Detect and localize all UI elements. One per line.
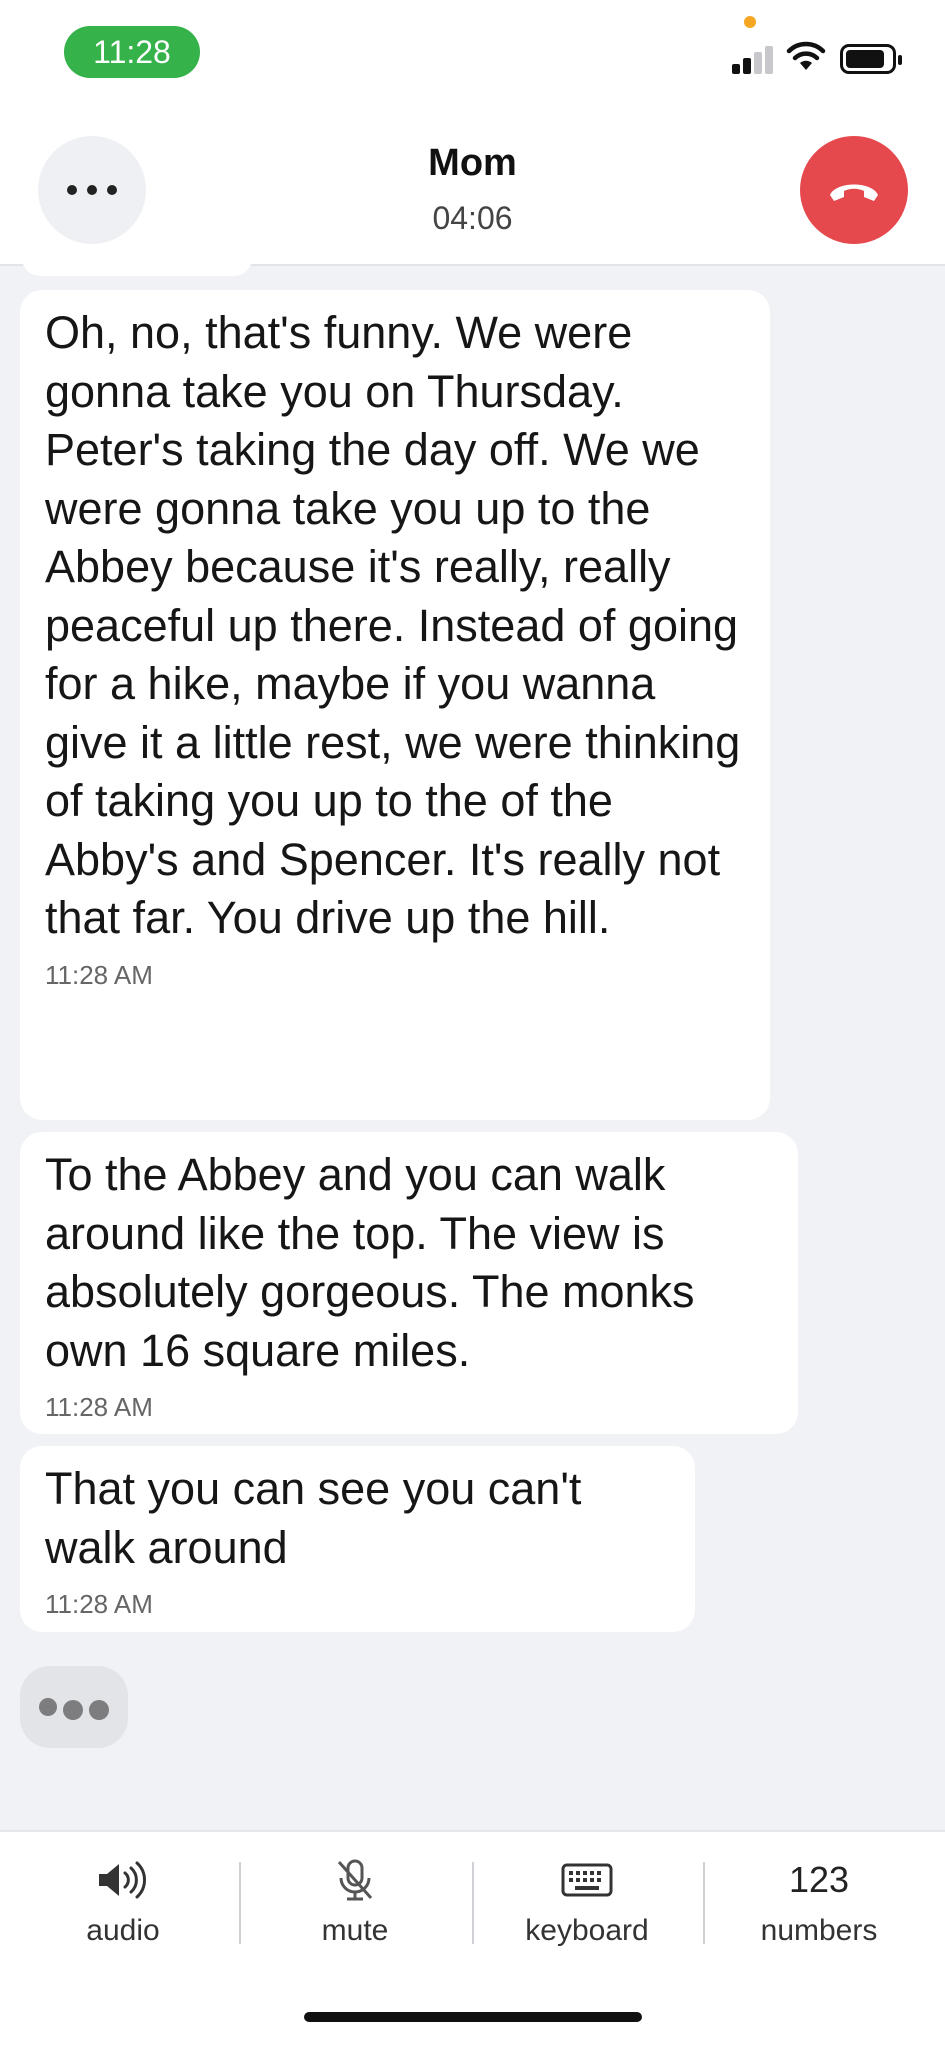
message-text: Oh, no, that's funny. We were gonna take… — [45, 307, 741, 943]
status-time: 11:28 — [64, 26, 200, 78]
privacy-indicator-dot — [744, 16, 756, 28]
keyboard-label: keyboard — [525, 1914, 649, 1947]
message-bubble: That you can see you can't walk around 1… — [20, 1446, 695, 1632]
keyboard-icon — [561, 1863, 613, 1897]
mic-off-icon — [337, 1859, 373, 1901]
numbers-glyph: 123 — [788, 1859, 850, 1900]
keyboard-button[interactable]: keyboard — [472, 1852, 702, 1962]
numbers-label: numbers — [760, 1914, 878, 1947]
message-time: 11:28 AM — [45, 1392, 153, 1422]
audio-label: audio — [86, 1914, 160, 1947]
mute-button[interactable]: mute — [240, 1852, 470, 1962]
message-time: 11:28 AM — [45, 959, 153, 990]
previous-message-edge — [22, 252, 252, 276]
message-text: To the Abbey and you can walk around lik… — [45, 1149, 695, 1376]
speaker-icon — [99, 1861, 147, 1899]
home-indicator[interactable] — [304, 2012, 642, 2022]
message-time: 11:28 AM — [45, 1589, 153, 1619]
mute-label: mute — [321, 1914, 389, 1947]
hangup-phone-icon — [830, 184, 878, 201]
status-bar: 11:28 — [0, 0, 945, 110]
cellular-signal-icon — [732, 44, 776, 74]
battery-icon — [840, 44, 902, 74]
message-bubble: To the Abbey and you can walk around lik… — [20, 1132, 798, 1434]
hangup-button[interactable] — [800, 136, 908, 244]
audio-button[interactable]: audio — [8, 1852, 238, 1962]
more-dots-icon — [67, 185, 77, 195]
message-text: That you can see you can't walk around — [45, 1463, 582, 1573]
wifi-icon — [786, 41, 826, 70]
numbers-button[interactable]: 123 numbers — [704, 1852, 934, 1962]
message-bubble: Oh, no, that's funny. We were gonna take… — [20, 290, 770, 1120]
call-header: Mom 04:06 — [0, 110, 945, 266]
typing-dots-icon — [20, 1666, 128, 1748]
